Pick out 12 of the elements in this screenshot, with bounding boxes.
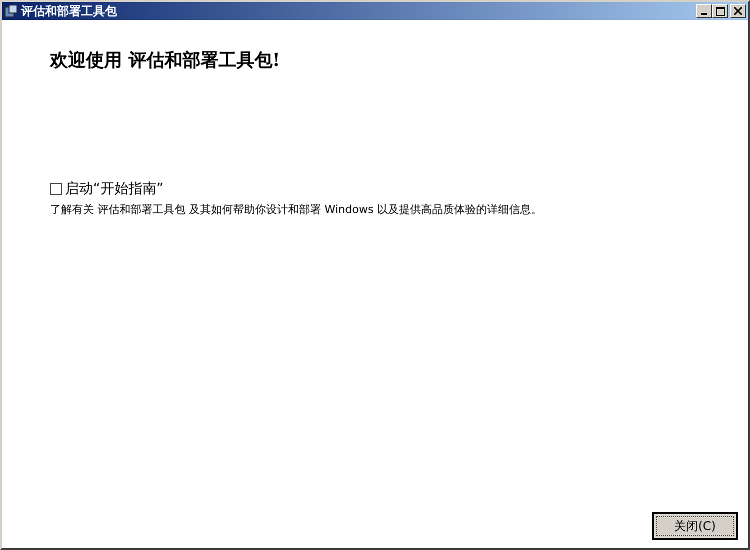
minimize-button[interactable]	[696, 4, 712, 18]
description-text: 了解有关 评估和部署工具包 及其如何帮助你设计和部署 Windows 以及提供高品质体验的详细信息。	[50, 202, 544, 217]
close-dialog-button[interactable]: 关闭(C)	[652, 512, 738, 540]
maximize-button[interactable]	[712, 4, 728, 18]
maximize-icon	[716, 6, 724, 16]
checkbox[interactable]	[50, 183, 62, 195]
close-button[interactable]	[730, 4, 746, 18]
window-title: 评估和部署工具包	[21, 2, 117, 20]
welcome-heading: 欢迎使用 评估和部署工具包!	[50, 49, 282, 72]
app-icon	[4, 4, 18, 18]
checkbox-label[interactable]: 启动“开始指南”	[65, 180, 164, 198]
close-icon	[734, 7, 742, 15]
